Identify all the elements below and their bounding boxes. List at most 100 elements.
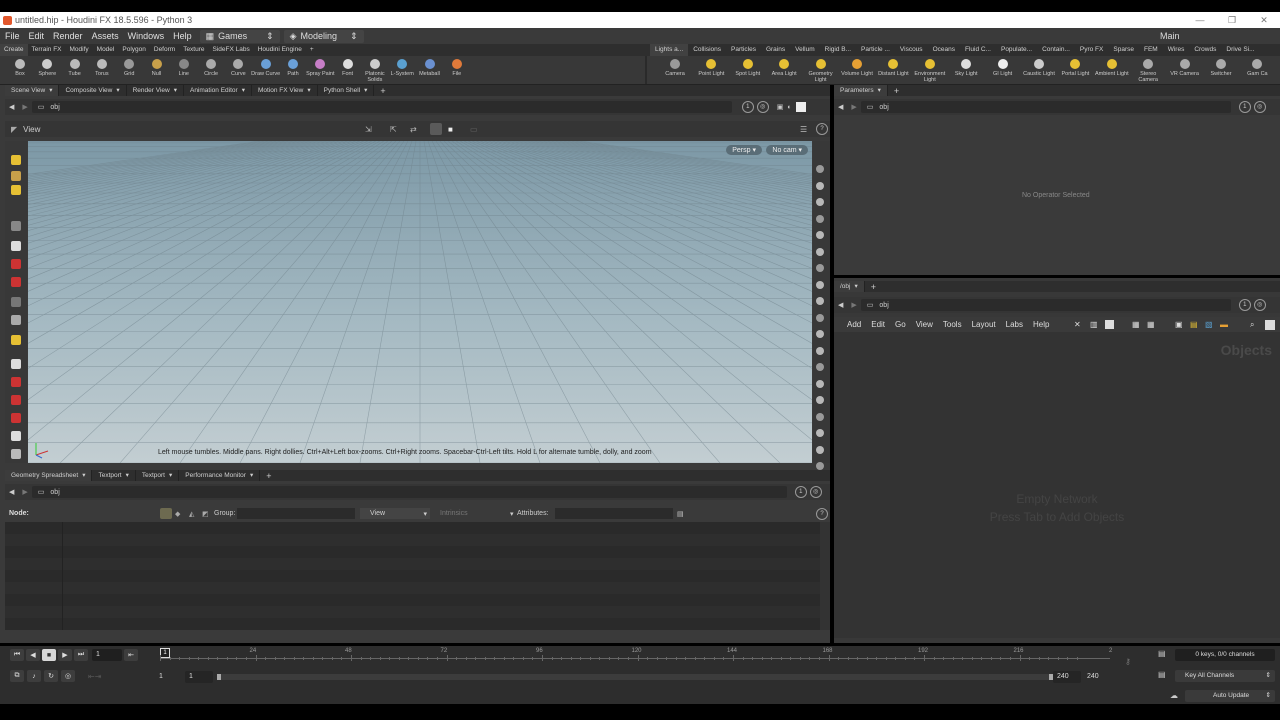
tool-portal-light[interactable]: Portal Light [1058, 56, 1092, 84]
spreadsheet-scrollbar[interactable] [820, 522, 830, 630]
tool-file[interactable]: File [440, 56, 474, 84]
tool-spot-light[interactable]: Spot Light [731, 56, 765, 84]
play-reverse-icon[interactable]: ◀ [26, 649, 40, 661]
view-tool-icon[interactable] [11, 221, 21, 231]
pin-icon[interactable]: ◎ [809, 486, 822, 498]
viewer-option-13-icon[interactable] [816, 363, 824, 371]
scene-viewport[interactable]: Persp ▾ No cam ▾ Left mouse tumbles. Mid… [28, 141, 812, 463]
tab-obj-network[interactable]: /obj ▾ [834, 281, 865, 292]
viewer-option-19-icon[interactable] [816, 462, 824, 470]
current-frame-field[interactable]: 1 [92, 649, 122, 661]
menu-assets[interactable]: Assets [87, 31, 123, 41]
network-menu-view[interactable]: View [911, 320, 938, 329]
tab-motion-fx-view[interactable]: Motion FX View ▾ [252, 85, 318, 96]
viewer-path-field[interactable]: ▭ obj [31, 101, 732, 113]
snapshot-icon[interactable] [11, 449, 21, 459]
desktop-dropdown[interactable]: ▦ Games ⇕ [199, 29, 280, 43]
tool-environment-light[interactable]: Environment Light [913, 56, 947, 84]
red-sphere-icon[interactable] [11, 277, 21, 287]
key-icon[interactable]: ⚷ [1125, 657, 1131, 666]
vertices-icon[interactable]: ◆ [175, 510, 180, 518]
network-menu-layout[interactable]: Layout [967, 320, 1001, 329]
network-menu-tools[interactable]: Tools [938, 320, 967, 329]
close-button[interactable]: ✕ [1248, 12, 1280, 28]
loop-icon[interactable]: ↻ [44, 670, 58, 682]
link-badge[interactable]: 1 [794, 486, 807, 498]
perspective-menu[interactable]: Persp ▾ [726, 145, 762, 155]
view-toggle-icon[interactable]: ◤ [5, 125, 23, 134]
shelf-tab-modify[interactable]: Modify [66, 44, 93, 56]
auto-update-dropdown[interactable]: Auto Update ⇕ [1185, 690, 1275, 702]
viewer-option-7-icon[interactable] [816, 264, 824, 272]
tool-distant-light[interactable]: Distant Light [876, 56, 910, 84]
pin-icon[interactable]: ◎ [756, 101, 769, 113]
range-prev-icon[interactable]: ⇤⇥ [88, 672, 101, 681]
tab-composite-view[interactable]: Composite View ▾ [59, 85, 127, 96]
sticky-note-icon[interactable]: ▤ [1190, 320, 1198, 329]
shelf-tab-viscous[interactable]: Viscous [895, 44, 928, 56]
key-menu-icon[interactable]: ▤ [1158, 670, 1166, 679]
shelf-tab-vellum[interactable]: Vellum [790, 44, 820, 56]
network-menu-labs[interactable]: Labs [1001, 320, 1028, 329]
shelf-tab-fluid-c-[interactable]: Fluid C... [960, 44, 996, 56]
stop-icon[interactable]: ■ [448, 125, 453, 134]
spreadsheet-path-field[interactable]: ▭ obj [31, 486, 787, 498]
viewer-option-14-icon[interactable] [816, 379, 824, 388]
shelf-tab-contain-[interactable]: Contain... [1037, 44, 1075, 56]
thumbnail-icon[interactable]: ▦ [1147, 320, 1155, 329]
shelf-tab-crowds[interactable]: Crowds [1189, 44, 1221, 56]
tool-vr-camera[interactable]: VR Camera [1168, 56, 1202, 84]
channel-list-icon[interactable]: ▤ [1158, 649, 1166, 658]
menu-render[interactable]: Render [48, 31, 87, 41]
maximize-pane-icon[interactable] [795, 102, 806, 112]
key-all-channels-dropdown[interactable]: Key All Channels ⇕ [1175, 670, 1275, 682]
visibility-icon[interactable] [11, 431, 21, 441]
viewer-option-3-icon[interactable] [816, 198, 824, 206]
shelf-tab-particle-[interactable]: Particle ... [856, 44, 895, 56]
tool-switcher[interactable]: Switcher [1204, 56, 1238, 84]
magnet-icon[interactable] [11, 395, 21, 405]
shelf-tab-drive-si-[interactable]: Drive Si... [1221, 44, 1259, 56]
select-icon[interactable] [11, 155, 21, 165]
forward-arrow-icon[interactable]: ▶ [18, 103, 31, 111]
tool-ambient-light[interactable]: Ambient Light [1095, 56, 1129, 84]
viewer-option-16-icon[interactable] [816, 412, 824, 421]
timeline-ruler[interactable]: 1 24 48 72 96 120 144 168 192 216 2 [160, 648, 1112, 664]
viewer-option-1-icon[interactable] [816, 165, 824, 173]
back-arrow-icon[interactable]: ◀ [834, 301, 847, 309]
view-dropdown[interactable]: View ▾ [360, 508, 430, 519]
tool-gi-light[interactable]: GI Light [986, 56, 1020, 84]
shelf-tab-texture[interactable]: Texture [179, 44, 208, 56]
brush-icon[interactable] [11, 335, 21, 345]
parameters-path-field[interactable]: ▭ obj [860, 101, 1231, 113]
link-badge[interactable]: 1 [741, 101, 754, 113]
shelf-tab-collisions[interactable]: Collisions [688, 44, 726, 56]
tab-python-shell[interactable]: Python Shell ▾ [318, 85, 375, 96]
help-icon[interactable]: ? [816, 507, 828, 520]
shelf-tab-wires[interactable]: Wires [1163, 44, 1190, 56]
shelf-tab-lights-a-[interactable]: Lights a... [650, 44, 689, 56]
minimize-button[interactable]: — [1184, 12, 1216, 28]
back-arrow-icon[interactable]: ◀ [5, 103, 18, 111]
maximize-button[interactable]: ❐ [1216, 12, 1248, 28]
pin-tool-icon[interactable] [11, 315, 21, 325]
shelf-tab-rigid-b-[interactable]: Rigid B... [820, 44, 856, 56]
attribute-menu-icon[interactable]: ▤ [677, 510, 684, 518]
pose-icon[interactable] [11, 185, 21, 195]
transform-icon[interactable] [11, 171, 21, 181]
menu-edit[interactable]: Edit [24, 31, 49, 41]
shelf-tab-grains[interactable]: Grains [761, 44, 790, 56]
home-view-icon[interactable]: ⇲ [365, 125, 372, 134]
grid-view-icon[interactable]: ▦ [1132, 320, 1140, 329]
paint-icon[interactable] [11, 259, 21, 269]
jump-start-icon[interactable]: ⏮ [10, 649, 24, 661]
range-start2-field[interactable]: 1 [185, 671, 213, 683]
viewer-option-4-icon[interactable] [816, 214, 824, 223]
tool-camera[interactable]: Camera [658, 56, 692, 84]
play-icon[interactable]: ▶ [58, 649, 72, 661]
group-field[interactable] [237, 508, 355, 519]
box-zoom-icon[interactable] [11, 359, 21, 369]
display-option-icon[interactable] [430, 123, 442, 135]
network-path-field[interactable]: ▭ obj [860, 299, 1231, 311]
tool-point-light[interactable]: Point Light [694, 56, 728, 84]
